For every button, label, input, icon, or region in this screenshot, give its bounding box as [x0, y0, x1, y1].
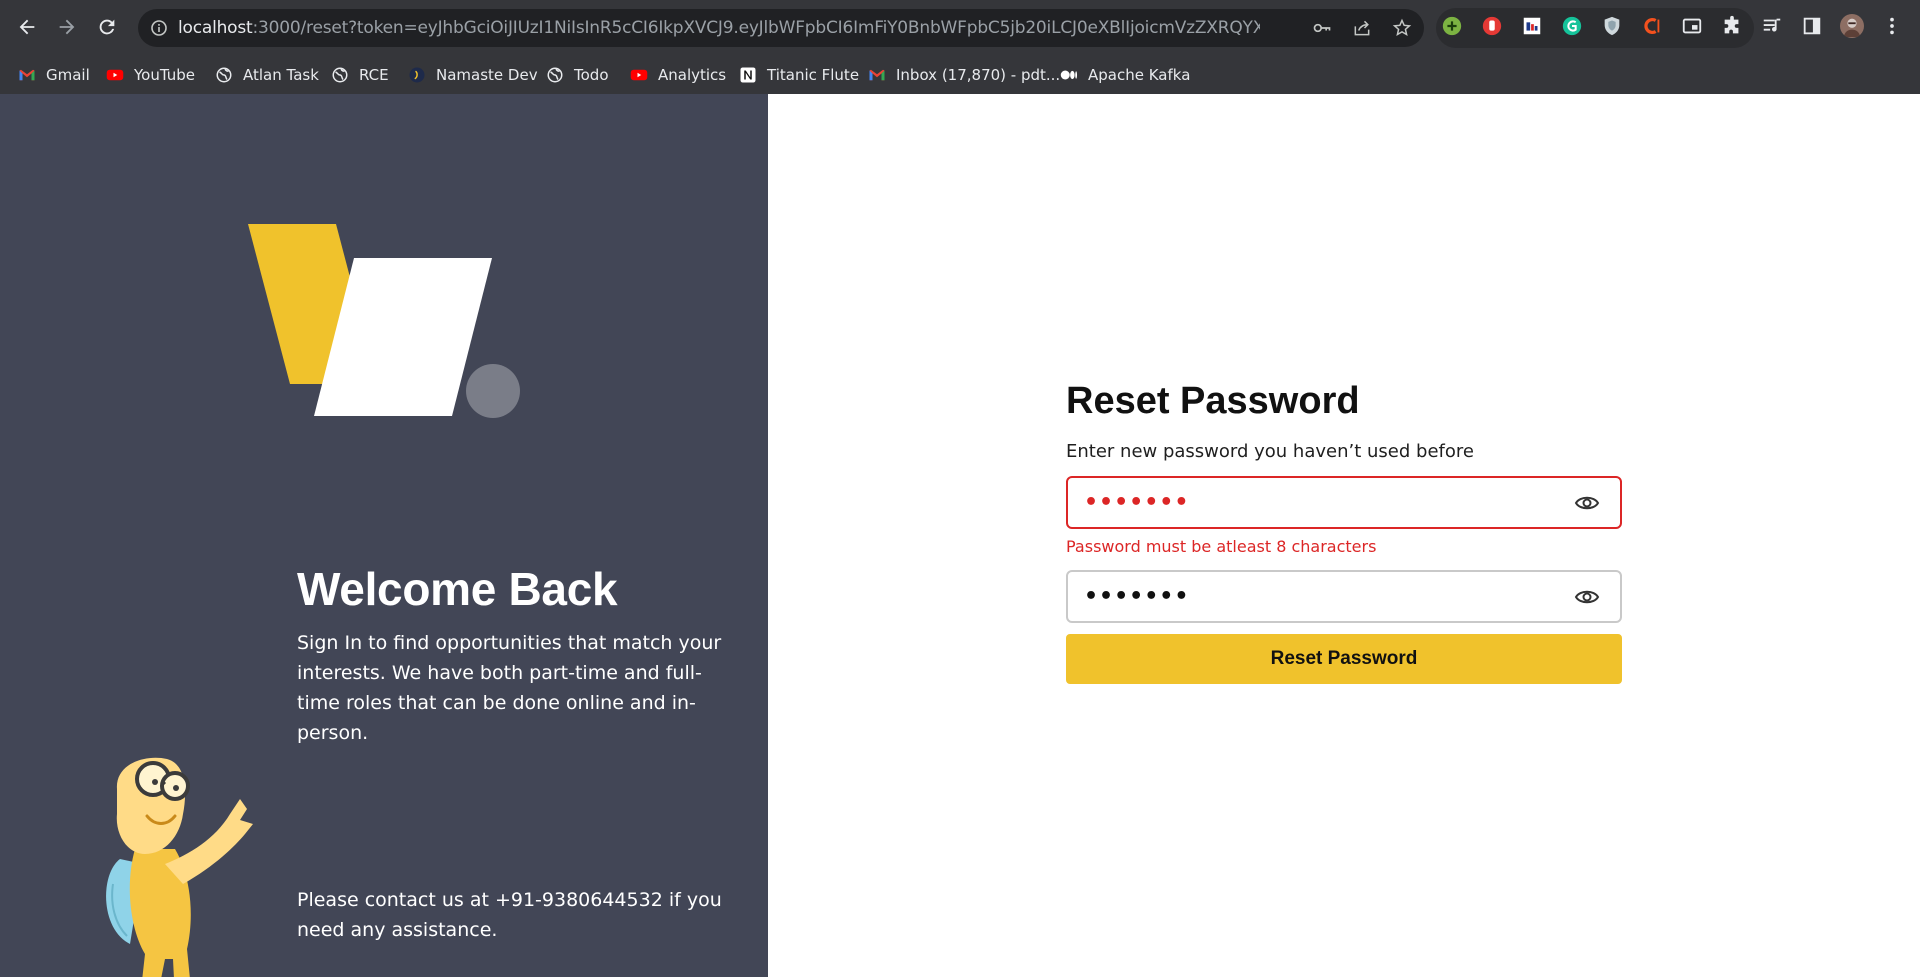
- bookmark-analytics[interactable]: Analytics: [630, 62, 726, 88]
- contact-text: Please contact us at +91-9380644532 if y…: [297, 889, 722, 941]
- namaste-dev-icon: [408, 66, 426, 84]
- globe-icon: [331, 66, 349, 84]
- eye-icon[interactable]: [1574, 585, 1600, 609]
- youtube-icon: [630, 66, 648, 84]
- welcome-title: Welcome Back: [297, 563, 618, 615]
- key-icon[interactable]: [1312, 18, 1332, 38]
- back-icon[interactable]: [12, 12, 42, 42]
- flag-extension-icon[interactable]: [1520, 14, 1544, 38]
- bookmark-gmail[interactable]: Gmail: [18, 62, 90, 88]
- confirm-password-field[interactable]: •••••••: [1066, 570, 1622, 623]
- bookmark-todo[interactable]: Todo: [546, 62, 609, 88]
- reload-icon[interactable]: [92, 12, 122, 42]
- forward-icon[interactable]: [52, 12, 82, 42]
- share-icon[interactable]: [1352, 18, 1372, 38]
- bookmark-label: Atlan Task: [243, 66, 319, 84]
- globe-icon: [546, 66, 564, 84]
- media-icon[interactable]: [1760, 14, 1784, 38]
- bookmark-label: YouTube: [134, 66, 195, 84]
- bookmarks-bar: Gmail YouTube Atlan Task RCE Namaste Dev…: [0, 56, 1920, 94]
- red-hand-extension-icon[interactable]: [1480, 14, 1504, 38]
- url-host: localhost: [178, 18, 253, 38]
- password-error-message: Password must be atleast 8 characters: [1066, 537, 1377, 556]
- bookmark-label: Analytics: [658, 66, 727, 84]
- gmail-icon: [18, 66, 36, 84]
- address-bar[interactable]: localhost:3000/reset?token=eyJhbGciOiJIU…: [138, 9, 1424, 47]
- menu-icon[interactable]: [1880, 14, 1904, 38]
- star-icon[interactable]: [1392, 18, 1412, 38]
- globe-icon: [215, 66, 233, 84]
- welcome-panel: Welcome Back Sign In to find opportuniti…: [0, 94, 768, 977]
- bookmark-label: Todo: [574, 66, 609, 84]
- bookmark-inbox[interactable]: Inbox (17,870) - pdt...: [868, 62, 1060, 88]
- bookmark-label: RCE: [359, 66, 389, 84]
- bookmark-youtube[interactable]: YouTube: [106, 62, 195, 88]
- green-plus-extension-icon[interactable]: [1440, 14, 1464, 38]
- url-path: :3000/reset?token=eyJhbGciOiJIUzI1NiIsIn…: [252, 18, 1260, 38]
- confirm-password-value: •••••••: [1084, 584, 1190, 609]
- profile-avatar[interactable]: [1840, 14, 1864, 38]
- orange-c-extension-icon[interactable]: [1640, 14, 1664, 38]
- shield-extension-icon[interactable]: [1600, 14, 1624, 38]
- bookmark-namaste-dev[interactable]: Namaste Dev: [408, 62, 538, 88]
- reset-password-button[interactable]: Reset Password: [1066, 634, 1622, 684]
- bookmark-titanic-flute[interactable]: Titanic Flute: [739, 62, 859, 88]
- bookmark-label: Apache Kafka: [1088, 66, 1191, 84]
- sidepanel-icon[interactable]: [1800, 14, 1824, 38]
- eye-icon[interactable]: [1574, 491, 1600, 515]
- bookmark-label: Gmail: [46, 66, 90, 84]
- window-extension-icon[interactable]: [1680, 14, 1704, 38]
- bookmark-label: Namaste Dev: [436, 66, 538, 84]
- mascot-illustration: [106, 757, 253, 977]
- notion-icon: [739, 66, 757, 84]
- new-password-value: •••••••: [1084, 490, 1190, 515]
- bookmark-apache-kafka[interactable]: Apache Kafka: [1060, 62, 1190, 88]
- bookmark-rce[interactable]: RCE: [331, 62, 389, 88]
- bookmark-label: Inbox (17,870) - pdt...: [896, 66, 1061, 84]
- medium-icon: [1060, 66, 1078, 84]
- new-password-field[interactable]: •••••••: [1066, 476, 1622, 529]
- puzzle-icon[interactable]: [1720, 14, 1744, 38]
- form-title: Reset Password: [1066, 380, 1360, 422]
- bookmark-atlan-task[interactable]: Atlan Task: [215, 62, 319, 88]
- browser-toolbar: localhost:3000/reset?token=eyJhbGciOiJIU…: [0, 0, 1920, 56]
- youtube-icon: [106, 66, 124, 84]
- grammarly-icon[interactable]: [1560, 14, 1584, 38]
- url-text[interactable]: localhost:3000/reset?token=eyJhbGciOiJIU…: [178, 18, 1260, 38]
- gmail-icon: [868, 66, 886, 84]
- site-info-icon[interactable]: [150, 19, 168, 37]
- bookmark-label: Titanic Flute: [767, 66, 860, 84]
- brand-logo: [248, 224, 520, 418]
- welcome-description: Sign In to find opportunities that match…: [297, 632, 722, 744]
- form-subtitle: Enter new password you haven’t used befo…: [1066, 441, 1474, 462]
